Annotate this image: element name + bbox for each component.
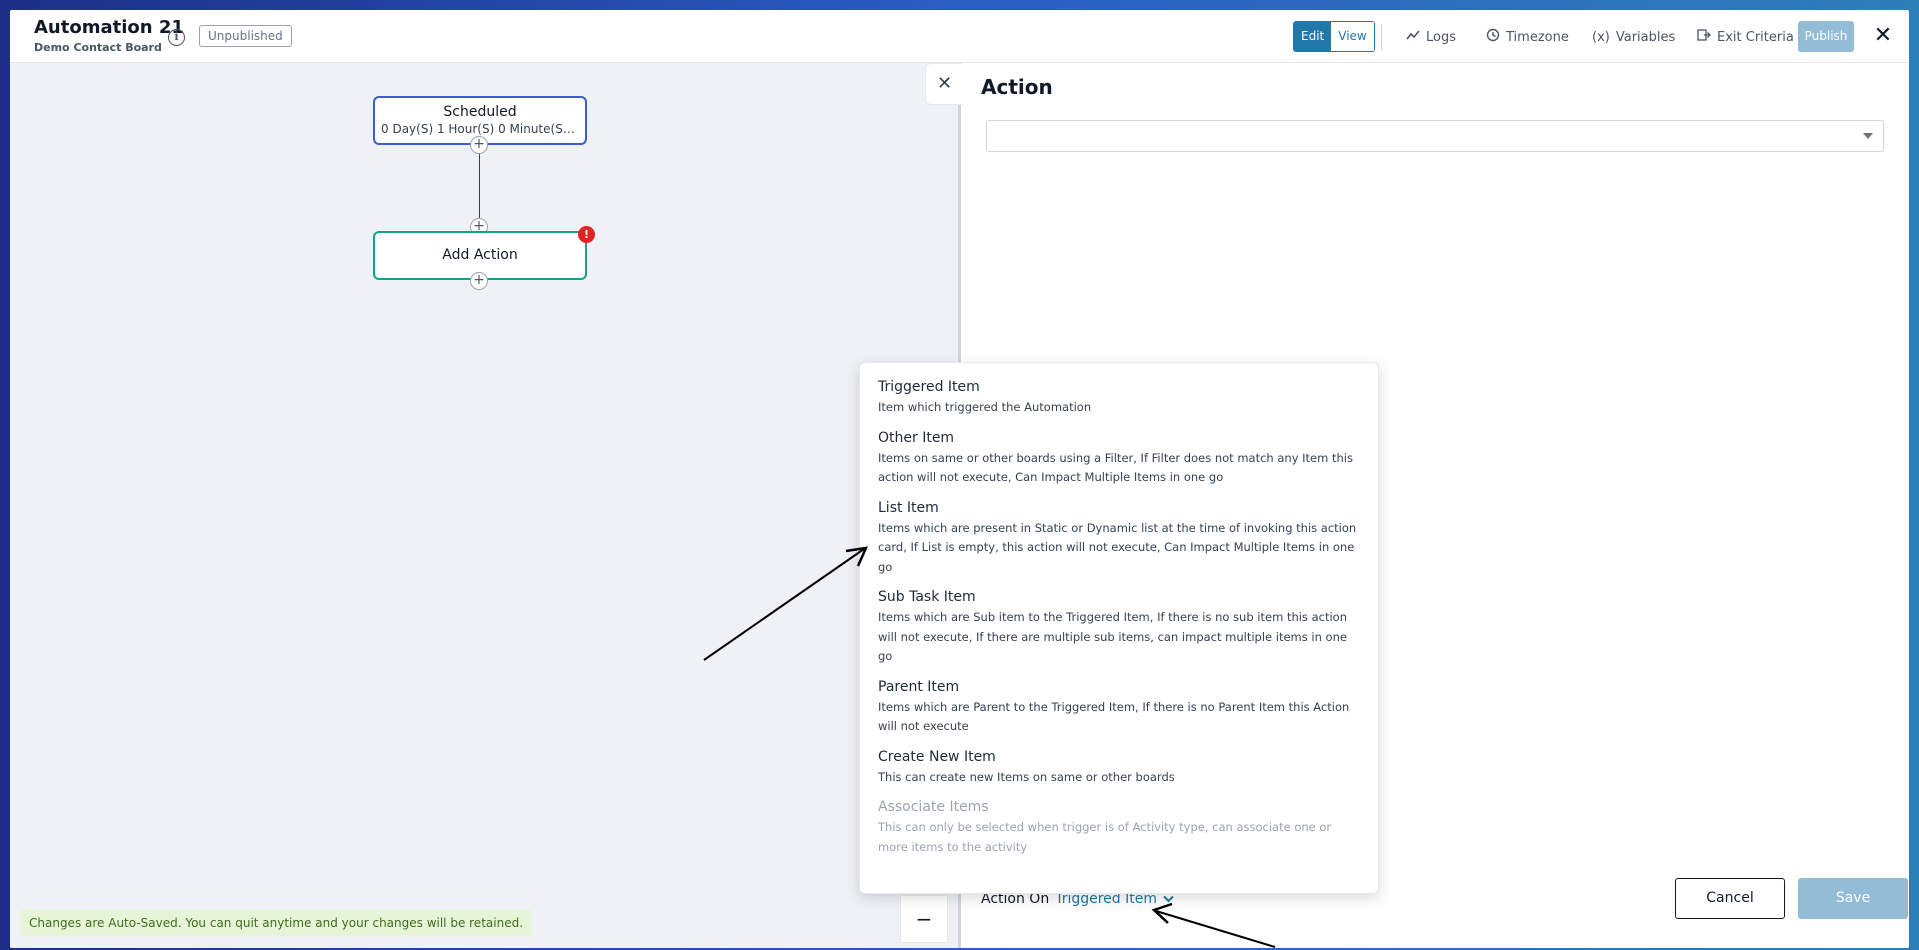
panel-title: Action xyxy=(981,75,1053,99)
logs-label: Logs xyxy=(1426,29,1456,45)
option-title: Associate Items xyxy=(878,799,989,815)
mode-toggle: Edit View xyxy=(1293,21,1375,52)
option-sub-task-item[interactable]: Sub Task Item Items which are Sub item t… xyxy=(860,589,1378,667)
exit-icon xyxy=(1697,28,1711,46)
option-desc: This can create new Items on same or oth… xyxy=(878,769,1175,784)
cancel-button[interactable]: Cancel xyxy=(1675,878,1785,919)
option-title: List Item xyxy=(878,499,939,516)
option-desc: Item which triggered the Automation xyxy=(878,400,1092,414)
clock-icon xyxy=(1486,28,1500,46)
option-title: Parent Item xyxy=(878,678,960,695)
publish-button[interactable]: Publish xyxy=(1798,21,1854,52)
info-icon[interactable]: i xyxy=(168,29,185,46)
option-title: Sub Task Item xyxy=(878,589,976,605)
add-step-plus-icon[interactable]: + xyxy=(470,272,488,290)
option-desc: Items which are present in Static or Dyn… xyxy=(878,520,1357,574)
close-panel-icon[interactable]: ✕ xyxy=(925,63,963,105)
status-badge: Unpublished xyxy=(199,25,292,47)
option-list-item[interactable]: List Item Items which are present in Sta… xyxy=(860,500,1378,578)
autosave-notice: Changes are Auto-Saved. You can quit any… xyxy=(20,910,533,936)
option-associate-items: Associate Items This can only be selecte… xyxy=(860,799,1378,857)
option-other-item[interactable]: Other Item Items on same or other boards… xyxy=(860,430,1378,488)
action-on-dropdown: Triggered Item Item which triggered the … xyxy=(859,362,1379,894)
edit-mode-button[interactable]: Edit xyxy=(1294,22,1332,51)
view-mode-button[interactable]: View xyxy=(1331,22,1374,51)
exit-criteria-label: Exit Criteria xyxy=(1717,29,1794,45)
add-step-plus-icon[interactable]: + xyxy=(470,136,488,154)
chevron-down-icon xyxy=(1863,133,1873,139)
chevron-down-icon[interactable] xyxy=(1163,892,1174,906)
option-triggered-item[interactable]: Triggered Item Item which triggered the … xyxy=(860,379,1378,418)
connector-line xyxy=(479,153,480,228)
option-title: Other Item xyxy=(878,429,955,446)
save-button[interactable]: Save xyxy=(1798,878,1908,919)
trigger-detail: 0 Day(S) 1 Hour(S) 0 Minute(S) A... xyxy=(381,122,585,136)
timezone-label: Timezone xyxy=(1506,29,1569,45)
variable-icon: (x) xyxy=(1592,29,1610,45)
exit-criteria-button[interactable]: Exit Criteria xyxy=(1697,26,1794,48)
variables-button[interactable]: (x) Variables xyxy=(1592,26,1675,48)
automation-editor: Automation 21 Demo Contact Board i Unpub… xyxy=(10,10,1909,948)
option-parent-item[interactable]: Parent Item Items which are Parent to th… xyxy=(860,679,1378,737)
action-select[interactable] xyxy=(986,120,1884,152)
workflow-canvas[interactable]: Scheduled 0 Day(S) 1 Hour(S) 0 Minute(S)… xyxy=(10,63,958,948)
variables-label: Variables xyxy=(1615,29,1676,45)
option-desc: Items which are Sub item to the Triggere… xyxy=(878,610,1347,663)
close-icon[interactable]: ✕ xyxy=(1870,21,1896,51)
option-desc: Items which are Parent to the Triggered … xyxy=(878,699,1350,734)
page-title: Automation 21 xyxy=(34,17,184,38)
chart-line-icon xyxy=(1406,29,1420,45)
timezone-button[interactable]: Timezone xyxy=(1486,26,1569,48)
option-title: Triggered Item xyxy=(878,379,980,395)
option-desc: Items on same or other boards using a Fi… xyxy=(878,450,1353,485)
header: Automation 21 Demo Contact Board i Unpub… xyxy=(10,10,1909,63)
board-name: Demo Contact Board xyxy=(34,41,162,54)
zoom-out-button[interactable]: − xyxy=(900,895,948,943)
divider xyxy=(1381,24,1382,50)
option-desc: This can only be selected when trigger i… xyxy=(878,820,1332,854)
option-create-new-item[interactable]: Create New Item This can create new Item… xyxy=(860,749,1378,788)
option-title: Create New Item xyxy=(878,748,996,765)
error-alert-icon: ! xyxy=(578,226,595,243)
logs-button[interactable]: Logs xyxy=(1406,26,1456,48)
trigger-title: Scheduled xyxy=(443,104,517,120)
